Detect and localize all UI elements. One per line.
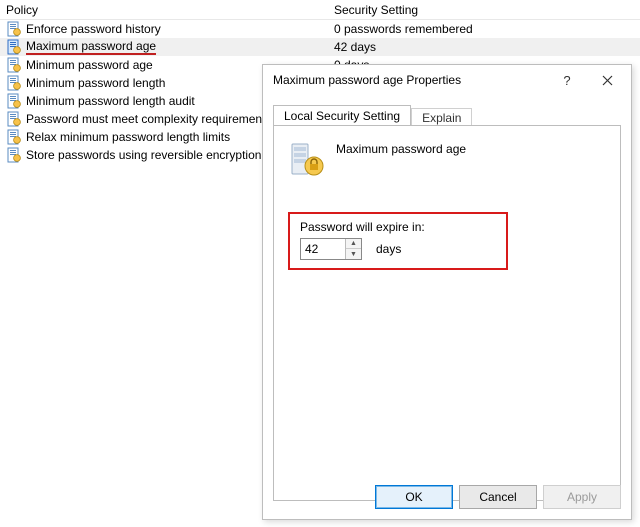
tab-strip: Local Security Setting Explain xyxy=(273,101,621,125)
column-header-policy[interactable]: Policy xyxy=(0,3,330,17)
dialog-policy-name: Maximum password age xyxy=(336,140,466,156)
apply-button: Apply xyxy=(543,485,621,509)
highlight-box: Password will expire in: ▲ ▼ days xyxy=(288,212,508,270)
close-button[interactable] xyxy=(587,66,627,94)
policy-value: 0 passwords remembered xyxy=(330,22,640,36)
column-header-setting[interactable]: Security Setting xyxy=(330,3,640,17)
dialog-titlebar[interactable]: Maximum password age Properties ? xyxy=(263,65,631,95)
dialog-title: Maximum password age Properties xyxy=(273,73,547,87)
tab-panel: Maximum password age Password will expir… xyxy=(273,125,621,501)
help-button[interactable]: ? xyxy=(547,66,587,94)
policy-icon xyxy=(6,75,22,91)
expire-unit: days xyxy=(376,242,401,256)
close-icon xyxy=(602,75,613,86)
policy-icon xyxy=(6,21,22,37)
policy-icon xyxy=(6,111,22,127)
dialog-body: Local Security Setting Explain Maximum xyxy=(263,95,631,501)
spinner-arrows: ▲ ▼ xyxy=(345,239,361,259)
policy-value: 42 days xyxy=(330,40,640,54)
policy-name: Maximum password age xyxy=(26,39,330,55)
ok-button[interactable]: OK xyxy=(375,485,453,509)
policy-list-header: Policy Security Setting xyxy=(0,0,640,20)
expire-spinner[interactable]: ▲ ▼ xyxy=(300,238,362,260)
policy-icon xyxy=(6,93,22,109)
policy-name: Enforce password history xyxy=(26,22,330,36)
expire-input[interactable] xyxy=(301,239,345,259)
panel-heading-row: Maximum password age xyxy=(288,140,606,180)
spinner-down-button[interactable]: ▼ xyxy=(346,249,361,259)
policy-icon xyxy=(6,147,22,163)
expire-spinner-row: ▲ ▼ days xyxy=(300,238,496,260)
policy-icon xyxy=(6,57,22,73)
policy-icon xyxy=(6,39,22,55)
spinner-up-button[interactable]: ▲ xyxy=(346,239,361,249)
policy-row-selected[interactable]: Maximum password age 42 days xyxy=(0,38,640,56)
policy-icon xyxy=(6,129,22,145)
policy-row[interactable]: Enforce password history 0 passwords rem… xyxy=(0,20,640,38)
properties-dialog: Maximum password age Properties ? Local … xyxy=(262,64,632,520)
dialog-button-row: OK Cancel Apply xyxy=(375,485,621,509)
tab-local-security-setting[interactable]: Local Security Setting xyxy=(273,105,411,126)
server-security-icon xyxy=(290,140,324,180)
expire-label: Password will expire in: xyxy=(300,220,496,234)
cancel-button[interactable]: Cancel xyxy=(459,485,537,509)
